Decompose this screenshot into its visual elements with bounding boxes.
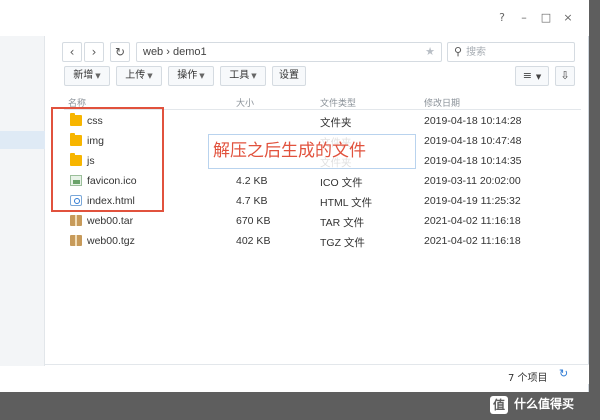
refresh-icon[interactable]: ↻ [559, 367, 568, 380]
caret-down-icon: ▼ [147, 72, 153, 80]
file-modified: 2019-03-11 20:02:00 [424, 175, 521, 187]
minimize-icon[interactable]: – [518, 12, 530, 24]
sort-button[interactable]: ⇩ [555, 66, 575, 86]
file-type: 文件夹 [320, 117, 352, 129]
archive-file-icon [70, 215, 82, 226]
file-size: 4.2 KB [236, 175, 268, 187]
file-modified: 2021-04-02 11:16:18 [424, 235, 521, 247]
chevron-right-icon: › [91, 45, 97, 59]
maximize-icon[interactable]: □ [540, 12, 552, 24]
file-station-window: ? – □ × ‹ › ↻ web › demo1 ★ ⚲ 搜索 新增 ▼ 上传 ▼ … [0, 0, 589, 392]
back-button[interactable]: ‹ [62, 42, 82, 62]
caret-down-icon: ▼ [95, 72, 101, 80]
file-size: 4.7 KB [236, 195, 268, 207]
upload-button[interactable]: 上传 ▼ [116, 66, 162, 86]
path-text: web › demo1 [143, 46, 207, 58]
file-type: ICO 文件 [320, 177, 363, 189]
new-button[interactable]: 新增 ▼ [64, 66, 110, 86]
status-bar: 7 个项目 ↻ [45, 364, 589, 384]
watermark-logo-icon: 值 [490, 395, 508, 414]
forward-button[interactable]: › [84, 42, 104, 62]
item-count: 7 个项目 [508, 373, 548, 384]
table-row[interactable]: web00.tar 670 KB TAR 文件 2021-04-02 11:16… [64, 211, 581, 231]
file-name: web00.tar [87, 215, 134, 227]
caret-down-icon: ▼ [535, 73, 542, 81]
archive-file-icon [70, 235, 82, 246]
help-icon[interactable]: ? [496, 12, 508, 24]
sidebar [0, 36, 45, 366]
caret-down-icon: ▼ [251, 72, 257, 80]
column-header-size[interactable]: 大小 [236, 96, 254, 109]
settings-label: 设置 [279, 70, 299, 81]
sort-icon: ⇩ [560, 69, 570, 82]
chevron-left-icon: ‹ [69, 45, 75, 59]
file-type: HTML 文件 [320, 197, 373, 209]
refresh-icon: ↻ [114, 45, 126, 59]
tools-label: 工具 [229, 70, 250, 81]
action-label: 操作 [177, 70, 198, 81]
watermark-text: 什么值得买 [514, 397, 575, 411]
list-view-icon: ≡ [522, 69, 532, 82]
file-modified: 2019-04-18 10:47:48 [424, 135, 522, 147]
view-mode-button[interactable]: ≡ ▼ [515, 66, 549, 86]
column-header-modified[interactable]: 修改日期 [424, 96, 460, 109]
settings-button[interactable]: 设置 [272, 66, 306, 86]
file-modified: 2021-04-02 11:16:18 [424, 215, 521, 227]
action-button[interactable]: 操作 ▼ [168, 66, 214, 86]
file-size: 402 KB [236, 235, 271, 247]
watermark: 值什么值得买 [490, 393, 574, 415]
search-icon: ⚲ [454, 45, 463, 58]
new-label: 新增 [73, 70, 94, 81]
path-bar[interactable]: web › demo1 ★ [136, 42, 442, 62]
file-modified: 2019-04-18 10:14:35 [424, 155, 522, 167]
column-header-type[interactable]: 文件类型 [320, 96, 356, 109]
search-placeholder: 搜索 [466, 47, 487, 58]
table-row[interactable]: web00.tgz 402 KB TGZ 文件 2021-04-02 11:16… [64, 231, 581, 251]
file-name: web00.tgz [87, 235, 135, 247]
file-modified: 2019-04-18 10:14:28 [424, 115, 522, 127]
upload-label: 上传 [125, 70, 146, 81]
star-icon[interactable]: ★ [425, 43, 435, 61]
file-size: 670 KB [236, 215, 271, 227]
refresh-button[interactable]: ↻ [110, 42, 130, 62]
file-type: TGZ 文件 [320, 237, 365, 249]
tools-button[interactable]: 工具 ▼ [220, 66, 266, 86]
search-input[interactable]: ⚲ 搜索 [447, 42, 575, 62]
highlight-box [51, 107, 164, 212]
close-icon[interactable]: × [562, 12, 574, 24]
title-bar: ? – □ × [0, 0, 589, 36]
annotation-label: 解压之后生成的文件 [208, 134, 416, 169]
caret-down-icon: ▼ [199, 72, 205, 80]
file-type: TAR 文件 [320, 217, 365, 229]
sidebar-item-selected[interactable] [0, 131, 45, 149]
file-modified: 2019-04-19 11:25:32 [424, 195, 521, 207]
